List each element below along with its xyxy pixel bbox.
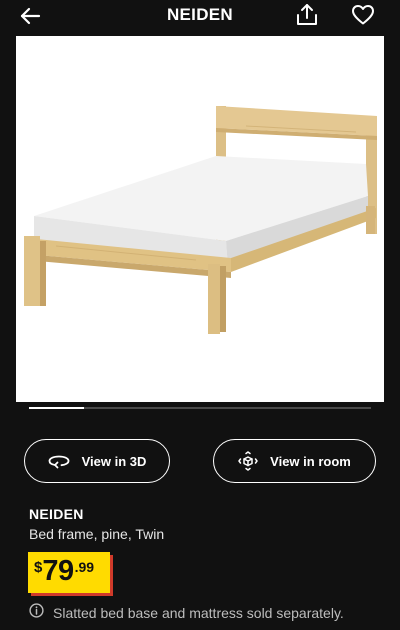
price-currency: $ xyxy=(34,559,43,576)
view-in-3d-label: View in 3D xyxy=(81,453,147,469)
product-description: Bed frame, pine, Twin xyxy=(29,526,165,542)
rotate-3d-icon xyxy=(48,453,70,469)
info-icon xyxy=(29,603,44,623)
page-title: NEIDEN xyxy=(166,5,234,24)
availability-notice: Slatted bed base and mattress sold separ… xyxy=(29,603,344,623)
bed-illustration xyxy=(24,106,377,334)
product-name: NEIDEN xyxy=(29,506,84,522)
price-integer: 79 xyxy=(42,555,74,587)
view-in-room-label: View in room xyxy=(270,453,351,469)
price-tag: $ 79 .99 xyxy=(28,552,110,593)
gallery-progress xyxy=(29,407,371,409)
gallery-progress-fill xyxy=(29,407,84,409)
price-decimal: .99 xyxy=(74,559,95,575)
top-bar: NEIDEN xyxy=(0,0,400,34)
view-in-3d-button[interactable]: View in 3D xyxy=(24,439,170,483)
ar-room-icon xyxy=(238,451,258,471)
heart-icon[interactable] xyxy=(351,3,375,27)
view-in-room-button[interactable]: View in room xyxy=(213,439,376,483)
product-image[interactable] xyxy=(16,36,384,402)
share-icon[interactable] xyxy=(294,2,320,28)
notice-text: Slatted bed base and mattress sold separ… xyxy=(53,605,344,621)
